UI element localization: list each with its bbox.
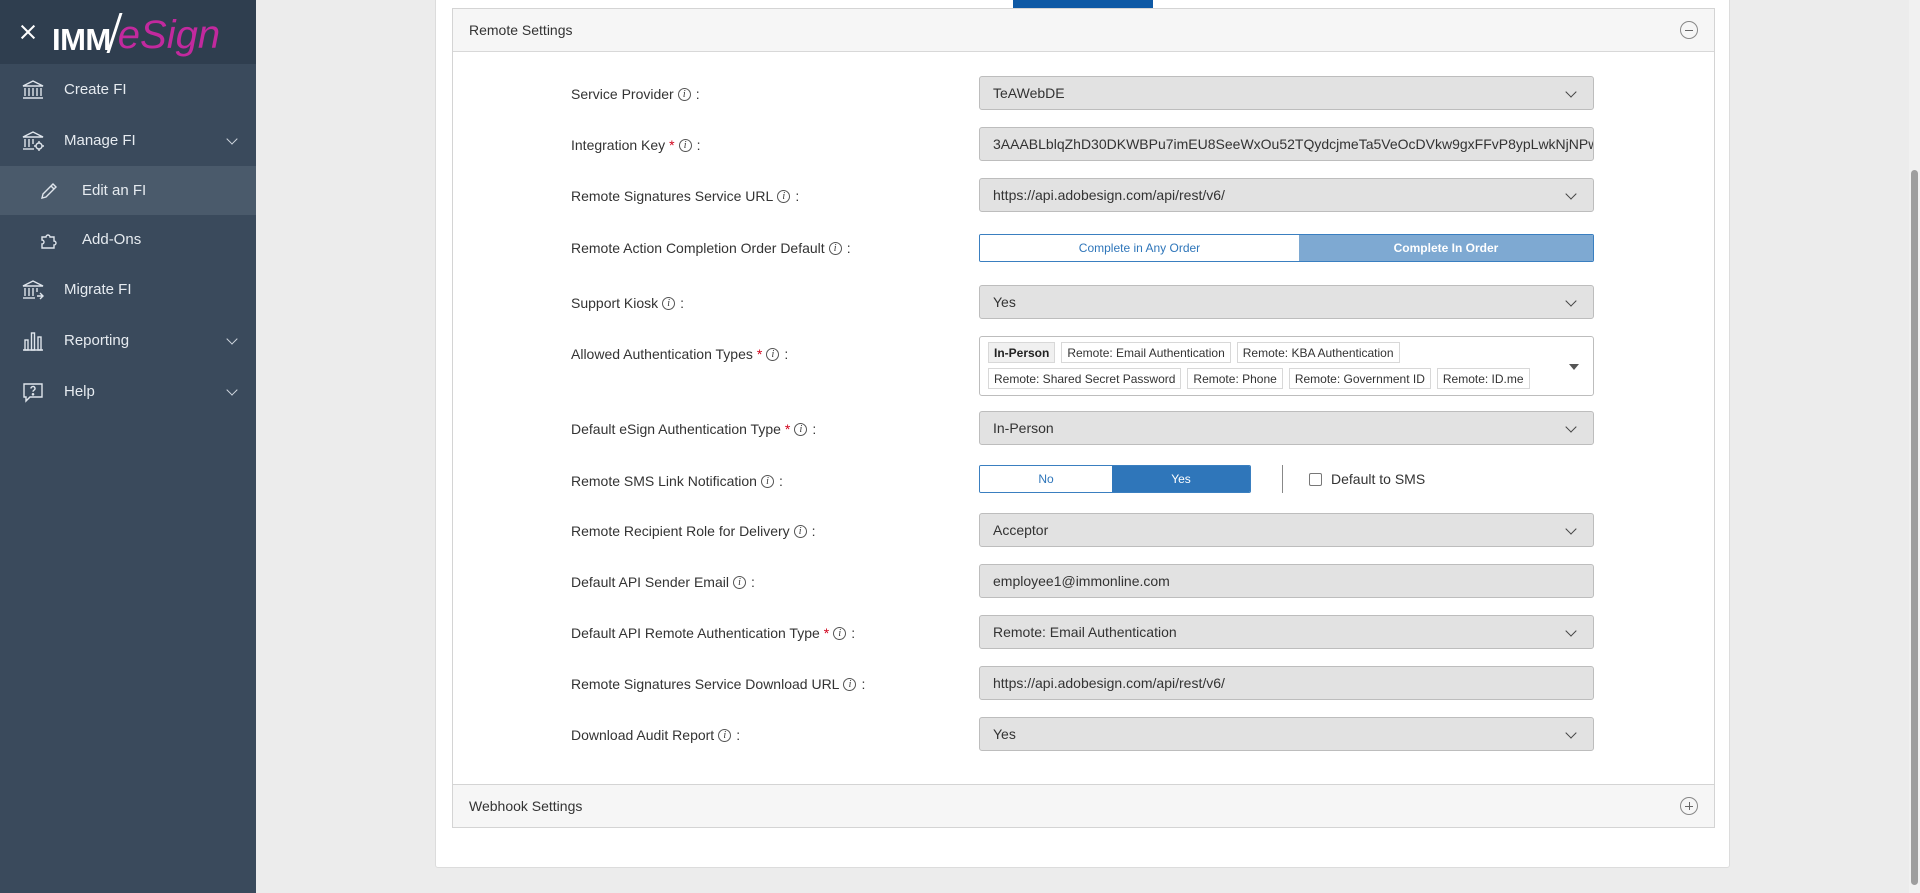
info-icon[interactable]: i bbox=[777, 189, 791, 203]
auth-type-chip[interactable]: Remote: KBA Authentication bbox=[1236, 342, 1400, 363]
webhook-settings-panel: Webhook Settings bbox=[452, 784, 1715, 828]
auth-types-multiselect[interactable]: In-Person Remote: Email Authentication R… bbox=[979, 336, 1594, 396]
auth-type-chips: In-Person Remote: Email Authentication R… bbox=[988, 342, 1563, 389]
info-icon[interactable]: i bbox=[843, 677, 857, 691]
info-icon[interactable]: i bbox=[833, 626, 847, 640]
field-label: Service Provider i : bbox=[571, 86, 700, 102]
auth-type-chip[interactable]: Remote: Phone bbox=[1187, 368, 1283, 389]
integration-key-input[interactable]: 3AAABLblqZhD30DKWBPu7imEU8SeeWxOu52TQydc… bbox=[979, 127, 1594, 161]
default-to-sms-checkbox[interactable]: Default to SMS bbox=[1309, 471, 1425, 487]
sms-yes-button[interactable]: Yes bbox=[1112, 466, 1250, 492]
sidebar-item-label: Manage FI bbox=[64, 132, 136, 149]
info-icon[interactable]: i bbox=[678, 138, 692, 152]
scrollbar[interactable] bbox=[1909, 0, 1920, 893]
info-icon[interactable]: i bbox=[828, 241, 842, 255]
field-label: Allowed Authentication Types * i : bbox=[571, 346, 789, 362]
sidebar-item-create-fi[interactable]: Create FI bbox=[0, 64, 256, 115]
collapse-icon[interactable] bbox=[1680, 21, 1698, 39]
sidebar-header: IMM eSign bbox=[0, 0, 256, 64]
sidebar-item-reporting[interactable]: Reporting bbox=[0, 315, 256, 366]
auth-type-chip[interactable]: In-Person bbox=[988, 342, 1056, 363]
default-auth-select[interactable]: In-Person bbox=[979, 411, 1594, 445]
help-bubble-icon bbox=[20, 379, 46, 405]
sidebar-item-label: Create FI bbox=[64, 81, 127, 98]
remote-settings-header[interactable]: Remote Settings bbox=[453, 9, 1714, 52]
auth-type-chip[interactable]: Remote: ID.me bbox=[1436, 368, 1530, 389]
sidebar-item-manage-fi[interactable]: Manage FI bbox=[0, 115, 256, 166]
sidebar-item-label: Reporting bbox=[64, 332, 130, 349]
webhook-settings-header[interactable]: Webhook Settings bbox=[453, 785, 1714, 827]
field-label: Remote Signatures Service URL i : bbox=[571, 188, 800, 204]
field-label: Integration Key * i : bbox=[571, 137, 701, 153]
app-logo: IMM eSign bbox=[52, 13, 221, 57]
info-icon[interactable]: i bbox=[718, 728, 732, 742]
info-icon[interactable]: i bbox=[766, 347, 780, 361]
sms-link-toggle: No Yes bbox=[979, 465, 1251, 493]
auth-type-chip[interactable]: Remote: Government ID bbox=[1288, 368, 1431, 389]
field-label: Default API Remote Authentication Type *… bbox=[571, 625, 856, 641]
sidebar-item-label: Migrate FI bbox=[64, 281, 132, 298]
api-remote-auth-select[interactable]: Remote: Email Authentication bbox=[979, 615, 1594, 649]
expand-icon[interactable] bbox=[1680, 797, 1698, 815]
field-label: Default eSign Authentication Type * i : bbox=[571, 421, 817, 437]
sidebar-item-edit-fi[interactable]: Edit an FI bbox=[0, 166, 256, 215]
section-title: Remote Settings bbox=[469, 22, 573, 38]
field-label: Remote Recipient Role for Delivery i : bbox=[571, 523, 816, 539]
sidebar-item-help[interactable]: Help bbox=[0, 366, 256, 417]
required-marker: * bbox=[823, 625, 830, 641]
field-label: Download Audit Report i : bbox=[571, 727, 741, 743]
field-label: Remote SMS Link Notification i : bbox=[571, 473, 783, 489]
remote-settings-panel: Remote Settings Service Provider i : TeA… bbox=[452, 8, 1715, 785]
bank-arrow-icon bbox=[20, 277, 46, 303]
sidebar-item-label: Add-Ons bbox=[82, 231, 142, 248]
info-icon[interactable]: i bbox=[794, 422, 808, 436]
divider bbox=[1282, 465, 1283, 493]
chevron-down-icon bbox=[226, 132, 238, 145]
field-label: Support Kiosk i : bbox=[571, 295, 685, 311]
info-icon[interactable]: i bbox=[662, 296, 676, 310]
puzzle-icon bbox=[38, 227, 60, 253]
audit-report-select[interactable]: Yes bbox=[979, 717, 1594, 751]
checkbox-box[interactable] bbox=[1309, 472, 1322, 486]
active-tab-indicator bbox=[1013, 0, 1153, 8]
info-icon[interactable]: i bbox=[793, 524, 807, 538]
info-icon[interactable]: i bbox=[760, 474, 774, 488]
chevron-down-icon bbox=[226, 383, 238, 396]
field-label: Remote Action Completion Order Default i… bbox=[571, 240, 851, 256]
download-url-input[interactable]: https://api.adobesign.com/api/rest/v6/ bbox=[979, 666, 1594, 700]
pencil-icon bbox=[38, 178, 60, 204]
bank-gear-icon bbox=[20, 128, 46, 154]
info-icon[interactable]: i bbox=[732, 575, 746, 589]
close-icon[interactable] bbox=[18, 22, 38, 42]
scrollbar-thumb[interactable] bbox=[1911, 170, 1918, 885]
sms-no-button[interactable]: No bbox=[980, 466, 1113, 492]
sidebar-item-migrate-fi[interactable]: Migrate FI bbox=[0, 264, 256, 315]
bar-chart-icon bbox=[20, 328, 46, 354]
sidebar-item-label: Help bbox=[64, 383, 95, 400]
service-provider-select[interactable]: TeAWebDE bbox=[979, 76, 1594, 110]
field-label: Default API Sender Email i : bbox=[571, 574, 755, 590]
support-kiosk-select[interactable]: Yes bbox=[979, 285, 1594, 319]
recipient-role-select[interactable]: Acceptor bbox=[979, 513, 1594, 547]
required-marker: * bbox=[669, 137, 675, 153]
section-title: Webhook Settings bbox=[469, 798, 583, 814]
service-url-select[interactable]: https://api.adobesign.com/api/rest/v6/ bbox=[979, 178, 1594, 212]
completion-order-toggle: Complete in Any Order Complete In Order bbox=[979, 234, 1594, 262]
sidebar: IMM eSign Create FI Manage FI Edit an FI bbox=[0, 0, 256, 893]
auth-type-chip[interactable]: Remote: Shared Secret Password bbox=[988, 368, 1182, 389]
complete-any-order-button[interactable]: Complete in Any Order bbox=[980, 235, 1299, 261]
sidebar-nav: Create FI Manage FI Edit an FI Add-Ons M… bbox=[0, 64, 256, 417]
chevron-down-icon bbox=[226, 332, 238, 345]
field-label: Remote Signatures Service Download URL i… bbox=[571, 676, 866, 692]
required-marker: * bbox=[756, 346, 763, 362]
sidebar-item-label: Edit an FI bbox=[82, 182, 147, 199]
sender-email-input[interactable]: employee1@immonline.com bbox=[979, 564, 1594, 598]
bank-icon bbox=[20, 77, 46, 103]
required-marker: * bbox=[784, 421, 791, 437]
sidebar-item-add-ons[interactable]: Add-Ons bbox=[0, 215, 256, 264]
complete-in-order-button[interactable]: Complete In Order bbox=[1298, 235, 1593, 261]
auth-type-chip[interactable]: Remote: Email Authentication bbox=[1061, 342, 1231, 363]
info-icon[interactable]: i bbox=[677, 87, 691, 101]
